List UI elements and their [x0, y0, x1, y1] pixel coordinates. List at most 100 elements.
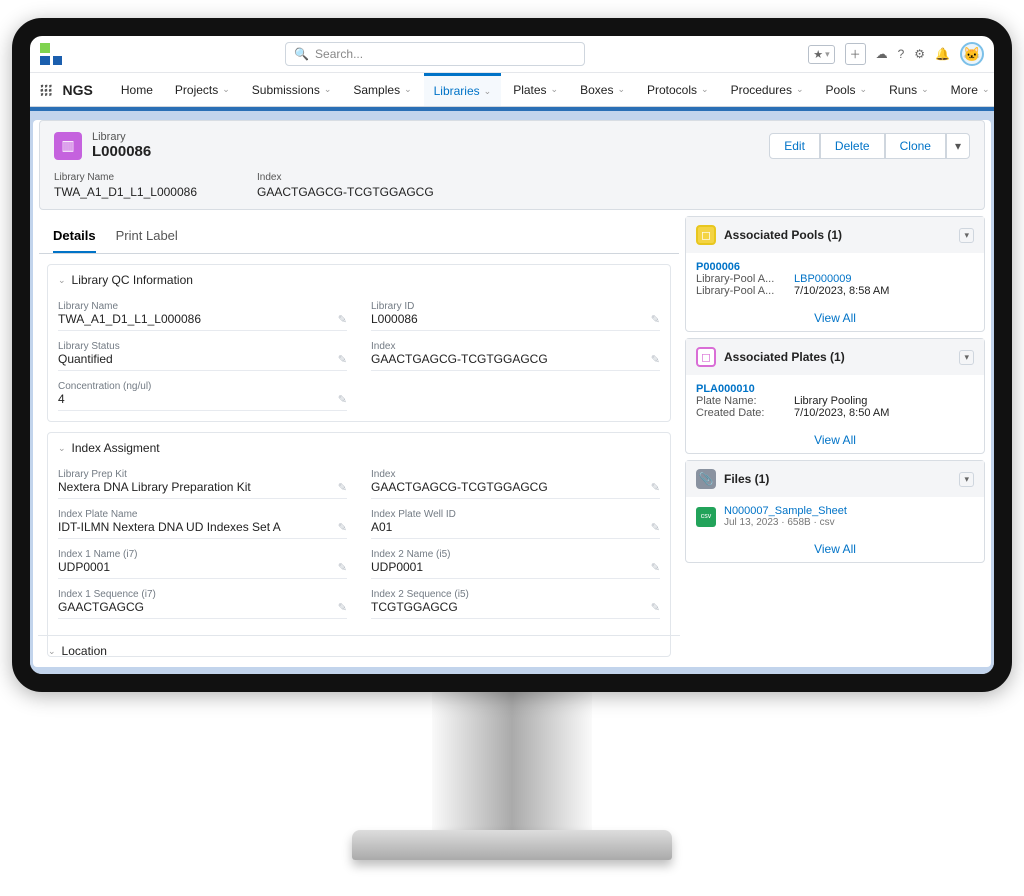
notifications-bell-icon[interactable]: 🔔 [935, 47, 950, 61]
chevron-down-icon: ⌄ [701, 84, 709, 95]
tab-details[interactable]: Details [53, 220, 96, 253]
chevron-down-icon: ⌄ [222, 84, 230, 95]
edit-field-icon[interactable]: ✎ [338, 393, 347, 406]
chevron-down-icon: ⌄ [58, 275, 66, 286]
nav-item-plates[interactable]: Plates ⌄ [503, 73, 568, 106]
help-icon[interactable]: ? [898, 47, 905, 61]
edit-field-icon[interactable]: ✎ [338, 313, 347, 326]
nav-item-more[interactable]: More ⌄ [941, 73, 1000, 106]
clone-button[interactable]: Clone [885, 133, 946, 159]
panel-menu-button[interactable]: ▾ [959, 350, 974, 365]
edit-button[interactable]: Edit [769, 133, 820, 159]
edit-field-icon[interactable]: ✎ [338, 353, 347, 366]
section-qc: ⌄Library QC Information Library NameTWA_… [47, 264, 671, 422]
record-field[interactable]: Index 2 Name (i5)UDP0001✎ [371, 547, 660, 579]
header-field-label: Library Name [54, 172, 197, 183]
edit-field-icon[interactable]: ✎ [338, 561, 347, 574]
global-search[interactable]: 🔍 Search... [285, 42, 585, 66]
view-all-plates[interactable]: View All [686, 427, 984, 453]
tab-print-label[interactable]: Print Label [116, 220, 178, 253]
edit-nav-icon[interactable]: ✎ [1004, 83, 1012, 97]
pool-link[interactable]: P000006 [696, 261, 974, 273]
edit-field-icon[interactable]: ✎ [651, 353, 660, 366]
record-field[interactable]: Library IDL000086✎ [371, 299, 660, 331]
record-field[interactable]: Index Plate Well IDA01✎ [371, 507, 660, 539]
chevron-down-icon: ⌄ [617, 84, 625, 95]
nav-item-projects[interactable]: Projects ⌄ [165, 73, 240, 106]
panel-plates: ◻ Associated Plates (1) ▾ PLA000010 Plat… [685, 338, 985, 454]
record-field[interactable]: Index 2 Sequence (i5)TCGTGGAGCG✎ [371, 587, 660, 619]
csv-file-icon: csv [696, 507, 716, 527]
section-header[interactable]: ⌄Index Assigment [48, 433, 670, 463]
setup-gear-icon[interactable]: ⚙ [914, 47, 925, 61]
panel-menu-button[interactable]: ▾ [959, 472, 974, 487]
global-actions-button[interactable]: ＋ [845, 43, 866, 65]
nav-item-procedures[interactable]: Procedures ⌄ [721, 73, 814, 106]
header-field-value: TWA_A1_D1_L1_L000086 [54, 185, 197, 199]
record-field[interactable]: Library StatusQuantified✎ [58, 339, 347, 371]
section-location-header[interactable]: ⌄Location [38, 635, 680, 666]
record-field[interactable]: Index 1 Sequence (i7)GAACTGAGCG✎ [58, 587, 347, 619]
edit-field-icon[interactable]: ✎ [651, 601, 660, 614]
panel-title: Associated Plates (1) [724, 350, 845, 364]
panel-menu-button[interactable]: ▾ [959, 228, 974, 243]
file-meta: Jul 13, 2023 · 658B · csv [724, 517, 847, 528]
nav-item-samples[interactable]: Samples ⌄ [343, 73, 421, 106]
section-index-assign: ⌄Index Assigment Library Prep KitNextera… [47, 432, 671, 657]
more-actions-button[interactable]: ▾ [946, 133, 970, 159]
view-all-pools[interactable]: View All [686, 305, 984, 331]
salesforce-help-icon[interactable]: ☁︎ [876, 47, 888, 61]
record-field[interactable]: Concentration (ng/ul)4✎ [58, 379, 347, 411]
nav-item-libraries[interactable]: Libraries ⌄ [424, 73, 502, 106]
record-field[interactable]: Library NameTWA_A1_D1_L1_L000086✎ [58, 299, 347, 331]
chevron-down-icon: ⌄ [796, 84, 804, 95]
edit-field-icon[interactable]: ✎ [651, 481, 660, 494]
user-avatar[interactable]: 🐱 [960, 42, 984, 66]
record-field[interactable]: IndexGAACTGAGCG-TCGTGGAGCG✎ [371, 339, 660, 371]
record-field[interactable]: IndexGAACTGAGCG-TCGTGGAGCG✎ [371, 467, 660, 499]
edit-field-icon[interactable]: ✎ [651, 561, 660, 574]
edit-field-icon[interactable]: ✎ [338, 601, 347, 614]
app-launcher-icon[interactable]: ᎒᎒᎒ [40, 78, 53, 102]
search-placeholder: Search... [315, 47, 363, 61]
nav-item-runs[interactable]: Runs ⌄ [879, 73, 939, 106]
chevron-down-icon: ⌄ [860, 84, 868, 95]
chevron-down-icon: ⌄ [921, 84, 929, 95]
pool-assoc-link[interactable]: LBP000009 [794, 273, 852, 285]
edit-field-icon[interactable]: ✎ [651, 313, 660, 326]
edit-field-icon[interactable]: ✎ [651, 521, 660, 534]
favorites-button[interactable]: ★▾ [808, 45, 834, 64]
view-all-files[interactable]: View All [686, 536, 984, 562]
record-tabs: Details Print Label [39, 220, 679, 254]
record-field[interactable]: Index 1 Name (i7)UDP0001✎ [58, 547, 347, 579]
nav-item-protocols[interactable]: Protocols ⌄ [637, 73, 719, 106]
nav-item-submissions[interactable]: Submissions ⌄ [242, 73, 342, 106]
delete-button[interactable]: Delete [820, 133, 885, 159]
plate-link[interactable]: PLA000010 [696, 383, 974, 395]
app-name: NGS [63, 82, 93, 98]
record-header: ▥ Library L000086 Edit Delete Clone ▾ [39, 120, 985, 210]
panel-files: 📎 Files (1) ▾ csv N000007_Sample_Sheet J… [685, 460, 985, 563]
edit-field-icon[interactable]: ✎ [338, 481, 347, 494]
header-field-value: GAACTGAGCG-TCGTGGAGCG [257, 185, 434, 199]
record-field[interactable]: Library Prep KitNextera DNA Library Prep… [58, 467, 347, 499]
panel-title: Associated Pools (1) [724, 228, 842, 242]
edit-field-icon[interactable]: ✎ [338, 521, 347, 534]
chevron-down-icon: ⌄ [48, 646, 56, 657]
record-actions: Edit Delete Clone ▾ [769, 133, 970, 159]
panel-title: Files (1) [724, 472, 769, 486]
global-top-bar: 🔍 Search... ★▾ ＋ ☁︎ ? ⚙ 🔔 🐱 [30, 36, 994, 73]
nav-item-pools[interactable]: Pools ⌄ [816, 73, 878, 106]
record-title: L000086 [92, 143, 151, 160]
panel-pools: ◻ Associated Pools (1) ▾ P000006 Library… [685, 216, 985, 332]
nav-item-boxes[interactable]: Boxes ⌄ [570, 73, 635, 106]
section-header[interactable]: ⌄Library QC Information [48, 265, 670, 295]
search-icon: 🔍 [294, 47, 309, 61]
chevron-down-icon: ⌄ [551, 84, 559, 95]
chevron-down-icon: ⌄ [982, 84, 990, 95]
file-link[interactable]: N000007_Sample_Sheet [724, 505, 847, 517]
pools-icon: ◻ [696, 225, 716, 245]
nav-item-home[interactable]: Home [111, 73, 163, 106]
chevron-down-icon: ⌄ [58, 443, 66, 454]
record-field[interactable]: Index Plate NameIDT-ILMN Nextera DNA UD … [58, 507, 347, 539]
